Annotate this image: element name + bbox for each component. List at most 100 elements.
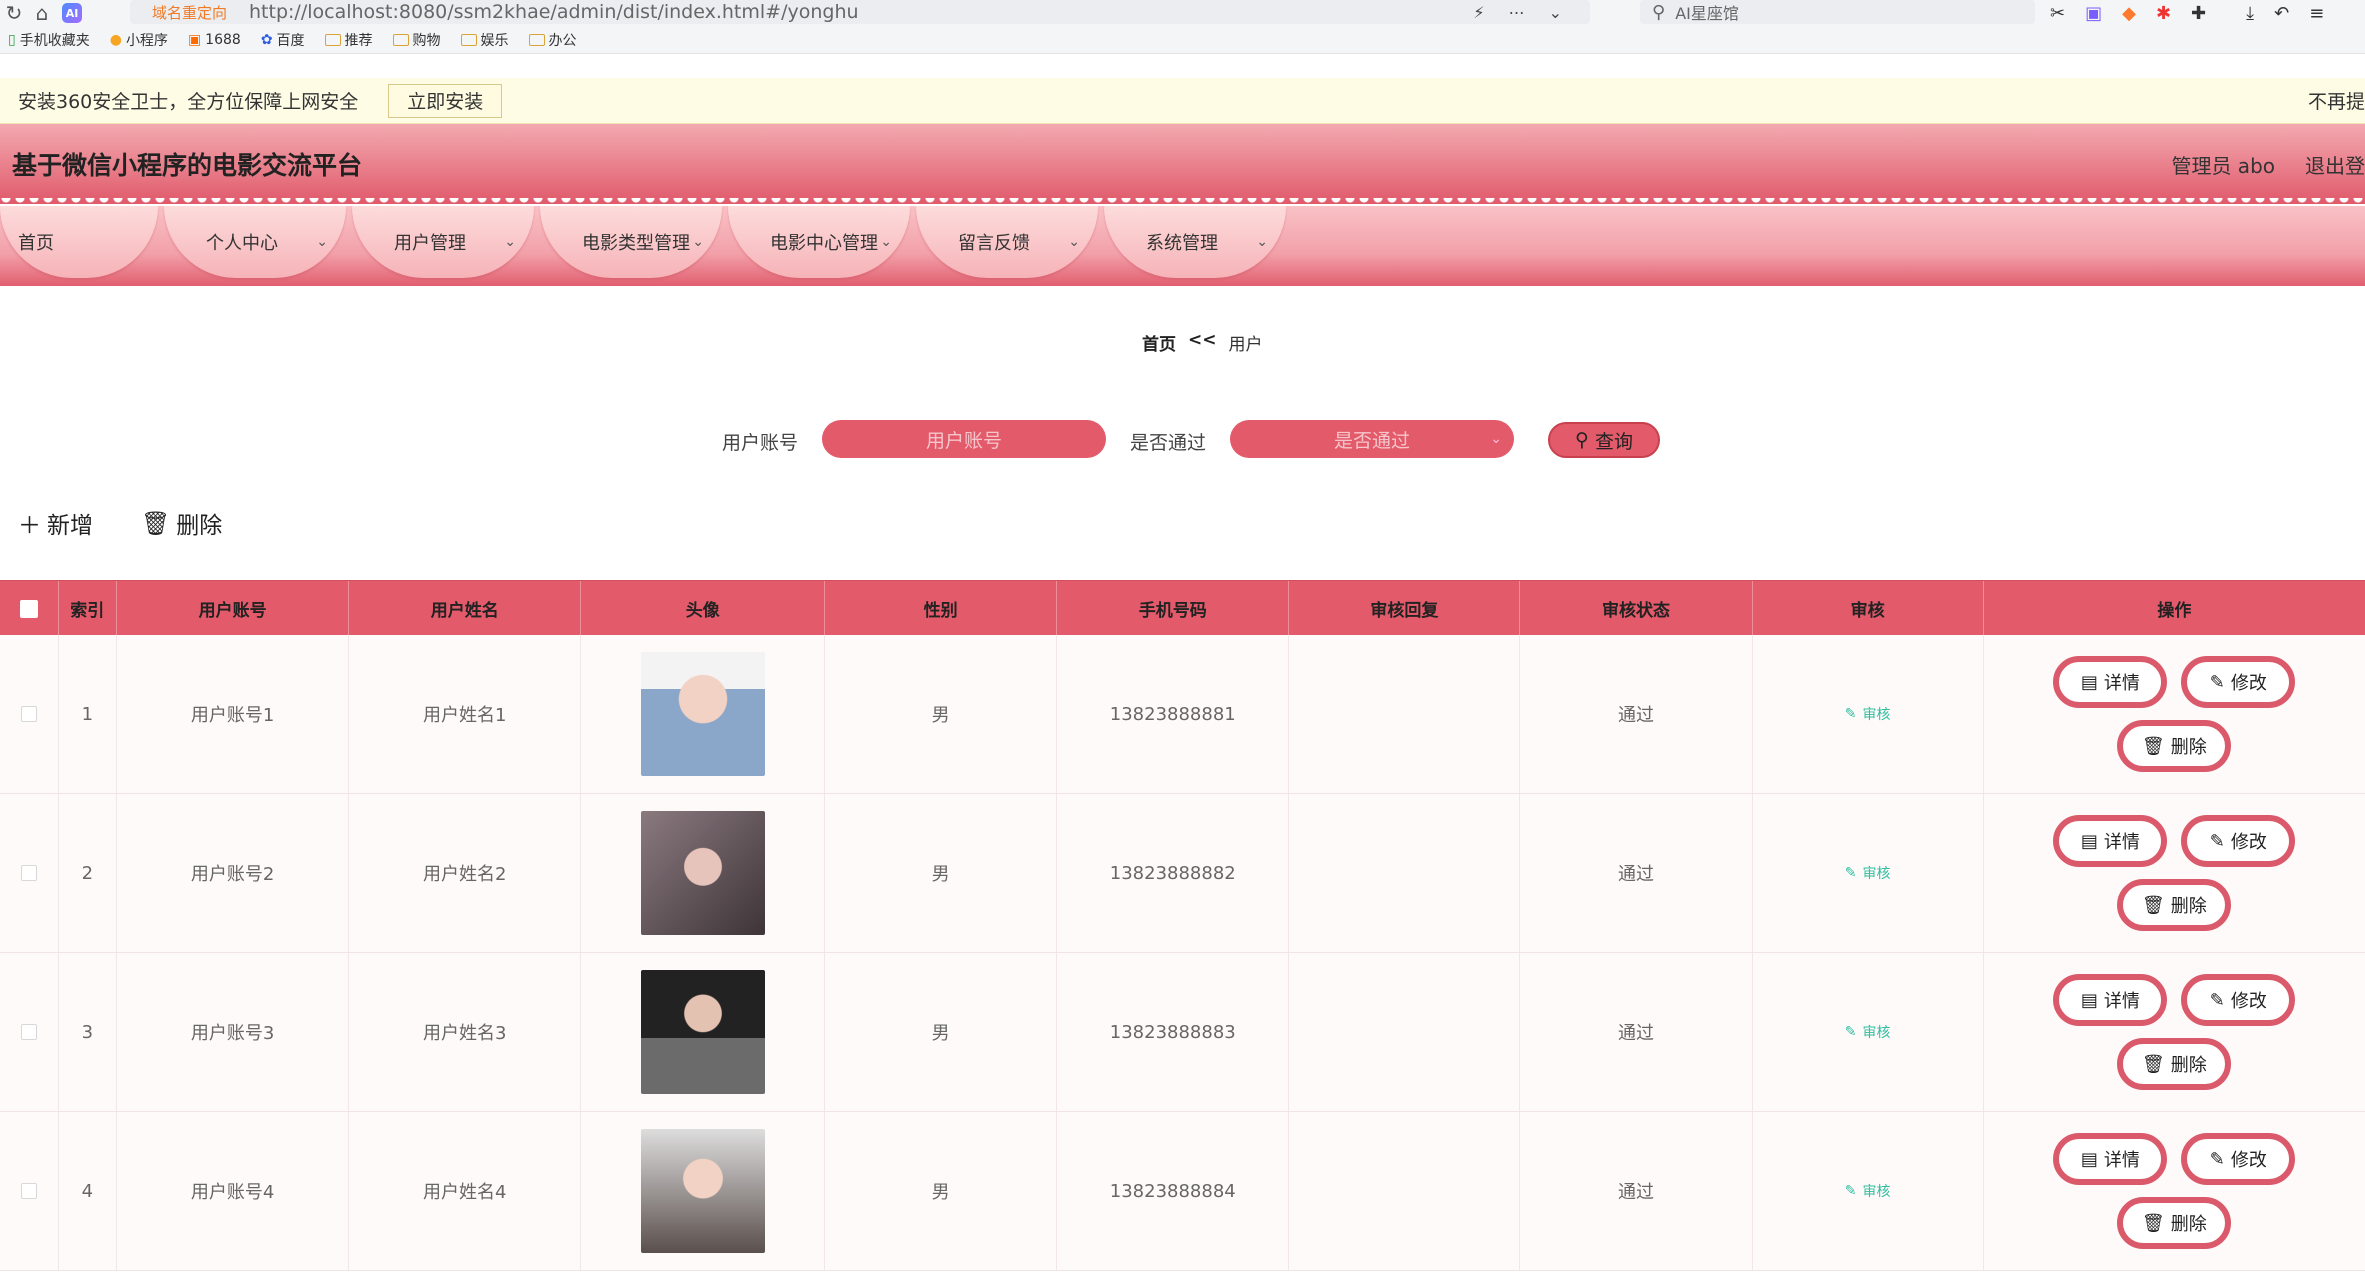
edit-button[interactable]: ✎ 修改 bbox=[2181, 656, 2296, 708]
row-select-cell bbox=[0, 1112, 59, 1270]
bookmark-1688[interactable]: ▣ 1688 bbox=[188, 32, 241, 48]
bookmark-office[interactable]: 办公 bbox=[528, 30, 577, 50]
phone-bookmark-icon: ▯ bbox=[8, 31, 16, 48]
install-now-button[interactable]: 立即安装 bbox=[388, 83, 503, 118]
menu-movie-type-management[interactable]: 电影类型管理 ⌄ bbox=[540, 206, 722, 278]
bookmarks-bar: ▯ 手机收藏夹 ● 小程序 ▣ 1688 ✿ 百度 推荐 购物 娱乐 办公 bbox=[0, 26, 2365, 54]
col-gender: 性别 bbox=[825, 581, 1058, 636]
breadcrumb-current: 用户 bbox=[1228, 335, 1263, 355]
search-icon: ⚲ bbox=[1652, 1, 1666, 23]
detail-button[interactable]: ▤ 详情 bbox=[2053, 815, 2168, 867]
folder-icon bbox=[324, 33, 341, 46]
chevron-down-icon: ⌄ bbox=[504, 234, 516, 250]
chevron-down-icon: ⌄ bbox=[1068, 234, 1080, 250]
audit-link[interactable]: ✎ 审核 bbox=[1845, 704, 1891, 724]
breadcrumb: 首页 << 用户 bbox=[1142, 330, 1263, 355]
app-title: 基于微信小程序的电影交流平台 bbox=[12, 151, 363, 180]
menu-user-management[interactable]: 用户管理 ⌄ bbox=[352, 206, 534, 278]
menu-message-feedback[interactable]: 留言反馈 ⌄ bbox=[916, 206, 1098, 278]
delete-button[interactable]: 🗑 删除 bbox=[2117, 879, 2232, 931]
add-button[interactable]: ＋新增 bbox=[18, 506, 93, 540]
audit-link[interactable]: ✎ 审核 bbox=[1845, 1022, 1891, 1042]
breadcrumb-home[interactable]: 首页 bbox=[1142, 330, 1176, 355]
audit-link[interactable]: ✎ 审核 bbox=[1845, 1181, 1891, 1201]
home-icon[interactable]: ⌂ bbox=[28, 0, 56, 26]
detail-button[interactable]: ▤ 详情 bbox=[2053, 1133, 2168, 1185]
cell-audit: ✎ 审核 bbox=[1753, 635, 1984, 793]
cell-audit: ✎ 审核 bbox=[1753, 1112, 1984, 1270]
cell-gender: 男 bbox=[825, 635, 1058, 793]
ai-assistant-icon[interactable]: AI bbox=[62, 3, 82, 23]
edit-button[interactable]: ✎ 修改 bbox=[2181, 974, 2296, 1026]
table-toolbar: ＋新增 🗑 删除 bbox=[18, 506, 222, 540]
delete-button[interactable]: 🗑 删除 bbox=[2117, 1038, 2232, 1090]
delete-button[interactable]: 🗑 删除 bbox=[2117, 1197, 2232, 1249]
menu-home[interactable]: 首页 bbox=[0, 206, 158, 278]
download-icon[interactable]: ⤓ bbox=[2246, 3, 2254, 24]
row-checkbox[interactable] bbox=[20, 865, 37, 881]
account-search-input[interactable]: 用户账号 bbox=[822, 420, 1106, 458]
chevron-down-icon: ⌄ bbox=[1256, 234, 1268, 250]
bookmark-mobile[interactable]: ▯ 手机收藏夹 bbox=[8, 30, 90, 50]
audit-link[interactable]: ✎ 审核 bbox=[1845, 863, 1891, 883]
extension-red-icon[interactable]: ✱ bbox=[2156, 3, 2171, 24]
pencil-icon: ✎ bbox=[2209, 989, 2225, 1011]
cell-status: 通过 bbox=[1520, 1112, 1753, 1270]
pencil-icon: ✎ bbox=[2209, 671, 2225, 693]
avatar bbox=[640, 811, 765, 935]
cell-audit: ✎ 审核 bbox=[1753, 794, 1984, 952]
puzzle-icon[interactable]: ✚ bbox=[2191, 3, 2206, 24]
user-table: 索引 用户账号 用户姓名 头像 性别 手机号码 审核回复 审核状态 审核 操作 … bbox=[0, 580, 2365, 1271]
trash-icon: 🗑 bbox=[141, 510, 171, 537]
bookmark-entertainment[interactable]: 娱乐 bbox=[460, 30, 509, 50]
row-checkbox[interactable] bbox=[20, 1183, 37, 1199]
menu-movie-center-management[interactable]: 电影中心管理 ⌄ bbox=[728, 206, 910, 278]
dismiss-notice-link[interactable]: 不再提 bbox=[2308, 87, 2365, 114]
edit-button[interactable]: ✎ 修改 bbox=[2181, 815, 2296, 867]
row-checkbox[interactable] bbox=[20, 706, 37, 722]
bookmark-shopping[interactable]: 购物 bbox=[392, 30, 441, 50]
menu-personal-center[interactable]: 个人中心 ⌄ bbox=[164, 206, 346, 278]
table-body: 1 用户账号1 用户姓名1 男 13823888881 通过 ✎ 审核 ▤ 详情 ✎… bbox=[0, 635, 2365, 1271]
cell-avatar bbox=[581, 794, 826, 952]
table-header: 索引 用户账号 用户姓名 头像 性别 手机号码 审核回复 审核状态 审核 操作 bbox=[0, 580, 2365, 636]
lightning-icon[interactable]: ⚡ bbox=[1473, 3, 1484, 22]
trash-icon: 🗑 bbox=[2141, 1053, 2165, 1075]
bookmark-recommend[interactable]: 推荐 bbox=[324, 30, 373, 50]
folder-icon bbox=[392, 33, 409, 46]
cell-audit: ✎ 审核 bbox=[1753, 953, 1984, 1111]
menu-icon[interactable]: ≡ bbox=[2309, 3, 2324, 24]
search-form: 用户账号 用户账号 是否通过 是否通过 ⌄ ⚲ 查询 bbox=[0, 420, 2365, 460]
chevron-down-icon[interactable]: ⌄ bbox=[1549, 3, 1562, 22]
avatar bbox=[640, 970, 765, 1094]
bookmark-miniapp[interactable]: ● 小程序 bbox=[110, 30, 168, 50]
url-text[interactable]: http://localhost:8080/ssm2khae/admin/dis… bbox=[249, 1, 859, 23]
batch-delete-button[interactable]: 🗑 删除 bbox=[141, 506, 222, 540]
cell-index: 3 bbox=[59, 953, 118, 1111]
pass-status-select[interactable]: 是否通过 ⌄ bbox=[1230, 420, 1514, 458]
delete-button[interactable]: 🗑 删除 bbox=[2117, 720, 2232, 772]
detail-button[interactable]: ▤ 详情 bbox=[2053, 974, 2168, 1026]
cell-index: 4 bbox=[59, 1112, 118, 1270]
scissors-icon[interactable]: ✂ bbox=[2050, 3, 2065, 24]
cell-gender: 男 bbox=[825, 953, 1058, 1111]
detail-button[interactable]: ▤ 详情 bbox=[2053, 656, 2168, 708]
query-button[interactable]: ⚲ 查询 bbox=[1548, 422, 1660, 458]
undo-icon[interactable]: ↶ bbox=[2274, 3, 2289, 24]
chevron-down-icon: ⌄ bbox=[880, 234, 892, 250]
cell-account: 用户账号4 bbox=[117, 1112, 350, 1270]
edit-button[interactable]: ✎ 修改 bbox=[2181, 1133, 2296, 1185]
browser-search-box[interactable]: ⚲ AI星座馆 bbox=[1640, 0, 2035, 24]
select-all-checkbox[interactable] bbox=[19, 599, 38, 618]
row-checkbox[interactable] bbox=[20, 1024, 37, 1040]
extension-purple-icon[interactable]: ▣ bbox=[2085, 3, 2102, 24]
logout-link[interactable]: 退出登 bbox=[2305, 150, 2365, 179]
bookmark-baidu[interactable]: ✿ 百度 bbox=[261, 30, 305, 50]
cell-reply bbox=[1289, 1112, 1521, 1270]
reload-icon[interactable]: ↻ bbox=[0, 0, 28, 26]
menu-system-management[interactable]: 系统管理 ⌄ bbox=[1104, 206, 1286, 278]
address-bar[interactable]: 域名重定向 http://localhost:8080/ssm2khae/adm… bbox=[130, 0, 1590, 24]
more-icon[interactable]: ⋯ bbox=[1509, 3, 1525, 22]
extension-orange-icon[interactable]: ◆ bbox=[2122, 3, 2136, 24]
pencil-icon: ✎ bbox=[1844, 865, 1857, 881]
